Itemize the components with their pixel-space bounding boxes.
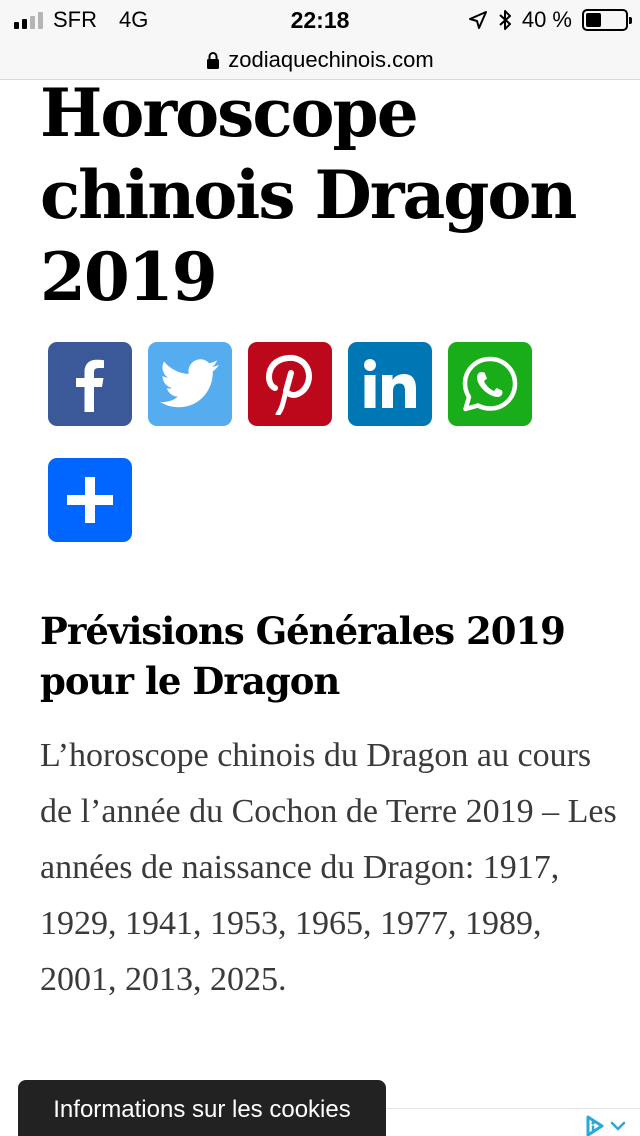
whatsapp-icon xyxy=(462,356,518,412)
section-heading: Prévisions Générales 2019 pour le Dragon xyxy=(40,609,566,703)
bluetooth-icon xyxy=(499,10,511,30)
share-buttons-more-row xyxy=(48,458,132,542)
share-buttons xyxy=(48,342,532,426)
status-bar-right: 40 % xyxy=(468,6,632,34)
twitter-icon xyxy=(160,359,219,408)
page-title: Horoscope chinois Dragon 2019 xyxy=(40,74,577,316)
adchoices-icon[interactable] xyxy=(584,1115,626,1136)
location-arrow-icon xyxy=(468,11,487,29)
facebook-share-button[interactable] xyxy=(48,342,132,426)
twitter-share-button[interactable] xyxy=(148,342,232,426)
battery-icon xyxy=(582,9,632,31)
pinterest-icon xyxy=(265,354,312,415)
lock-icon xyxy=(207,51,220,69)
battery-fill xyxy=(586,13,602,27)
linkedin-icon xyxy=(364,359,416,408)
whatsapp-share-button[interactable] xyxy=(448,342,532,426)
chevron-down-icon[interactable] xyxy=(610,1120,626,1132)
battery-percentage: 40 % xyxy=(521,7,572,32)
status-bar: SFR 4G 22:18 40 % xyxy=(0,0,640,40)
more-share-button[interactable] xyxy=(48,458,132,542)
facebook-icon xyxy=(76,359,104,412)
ad-strip xyxy=(386,1108,640,1136)
plus-icon xyxy=(67,477,113,523)
article-paragraph: L’horoscope chinois du Dragon au cours d… xyxy=(40,737,617,998)
linkedin-share-button[interactable] xyxy=(348,342,432,426)
url-text: zodiaquechinois.com xyxy=(228,46,434,72)
cookie-info-button[interactable]: Informations sur les cookies xyxy=(18,1080,386,1136)
pinterest-share-button[interactable] xyxy=(248,342,332,426)
